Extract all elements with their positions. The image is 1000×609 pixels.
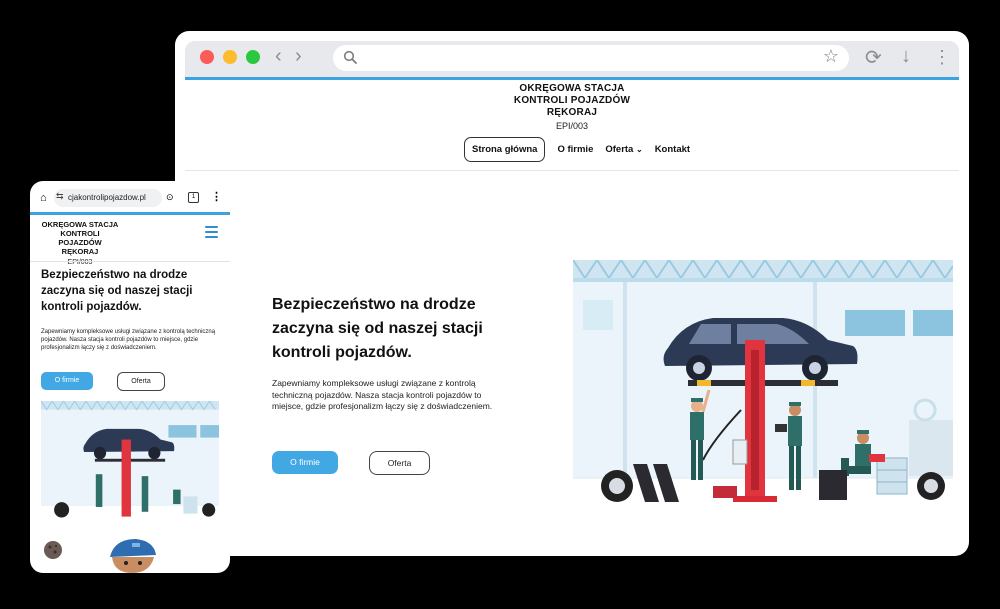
- nav-item-contact[interactable]: Kontakt: [655, 144, 690, 155]
- mobile-browser-bar: ⌂ cjakontrolipojazdow.pl ⇆ ⊙ 1 ⋮: [30, 189, 230, 209]
- back-arrow-icon[interactable]: ‹: [275, 45, 282, 68]
- mobile-address-bar[interactable]: cjakontrolipojazdow.pl: [54, 189, 162, 207]
- nav-item-about[interactable]: O firmie: [557, 144, 593, 155]
- nav-item-home[interactable]: Strona główna: [464, 137, 546, 162]
- mobile-hero-headline: Bezpieczeństwo na drodze zaczyna się od …: [41, 269, 193, 313]
- maximize-window-button[interactable]: [246, 50, 260, 64]
- home-icon[interactable]: ⌂: [40, 192, 47, 204]
- mascot-illustration: [110, 539, 156, 573]
- header-divider: [185, 170, 959, 171]
- chevron-down-icon: ⌄: [635, 145, 643, 154]
- minimize-window-button[interactable]: [223, 50, 237, 64]
- accent-line: [30, 212, 230, 215]
- tabs-count-icon[interactable]: 1: [188, 192, 199, 203]
- kebab-menu-icon[interactable]: ⋮: [933, 47, 951, 68]
- mobile-car-inspection-illustration: [41, 401, 219, 519]
- desktop-browser-mockup: ‹ › ☆ ⟳ ↓ ⋮ OKRĘGOWA STACJA KONTROLI POJ…: [175, 31, 969, 556]
- kebab-menu-icon[interactable]: ⋮: [211, 190, 222, 203]
- cookie-icon[interactable]: [43, 540, 63, 560]
- main-nav: Strona główna O firmie Oferta ⌄ Kontakt: [464, 137, 690, 162]
- tune-icon[interactable]: ⇆: [56, 191, 64, 202]
- about-button[interactable]: O firmie: [272, 451, 338, 474]
- mobile-hero-paragraph: Zapewniamy kompleksowe usługi związane z…: [41, 329, 216, 351]
- brand-code: EPI/003: [555, 121, 589, 131]
- nav-item-offer-label: Oferta: [605, 144, 634, 155]
- close-window-button[interactable]: [200, 50, 214, 64]
- nav-item-offer[interactable]: Oferta ⌄: [605, 144, 642, 155]
- mobile-mockup: ⌂ cjakontrolipojazdow.pl ⇆ ⊙ 1 ⋮ OKRĘGOW…: [30, 181, 230, 573]
- play-icon[interactable]: ⊙: [166, 192, 174, 203]
- brand-title[interactable]: OKRĘGOWA STACJA KONTROLI POJAZDÓW RĘKORA…: [502, 83, 642, 119]
- reload-icon[interactable]: ⟳: [865, 45, 882, 70]
- download-icon[interactable]: ↓: [901, 45, 911, 68]
- address-bar[interactable]: ☆: [333, 45, 849, 71]
- mobile-brand-title[interactable]: OKRĘGOWA STACJA KONTROLI POJAZDÓW RĘKORA…: [40, 220, 120, 256]
- hero-paragraph: Zapewniamy kompleksowe usługi związane z…: [272, 378, 493, 411]
- offer-button[interactable]: Oferta: [369, 451, 430, 475]
- search-icon: [343, 50, 357, 64]
- mobile-offer-button[interactable]: Oferta: [117, 372, 165, 391]
- car-inspection-illustration: [573, 260, 953, 505]
- star-icon[interactable]: ☆: [823, 46, 839, 67]
- mobile-about-button[interactable]: O firmie: [41, 372, 93, 390]
- mobile-url-text: cjakontrolipojazdow.pl: [68, 193, 146, 202]
- mobile-brand: OKRĘGOWA STACJA KONTROLI POJAZDÓW RĘKORA…: [40, 220, 120, 266]
- hero-headline: Bezpieczeństwo na drodze zaczyna się od …: [272, 296, 483, 361]
- browser-toolbar: ‹ › ☆ ⟳ ↓ ⋮: [185, 41, 959, 77]
- header-divider: [30, 261, 230, 262]
- site-header: OKRĘGOWA STACJA KONTROLI POJAZDÓW RĘKORA…: [175, 83, 969, 131]
- forward-arrow-icon[interactable]: ›: [295, 45, 302, 68]
- hamburger-icon[interactable]: [205, 226, 218, 241]
- accent-line: [185, 77, 959, 80]
